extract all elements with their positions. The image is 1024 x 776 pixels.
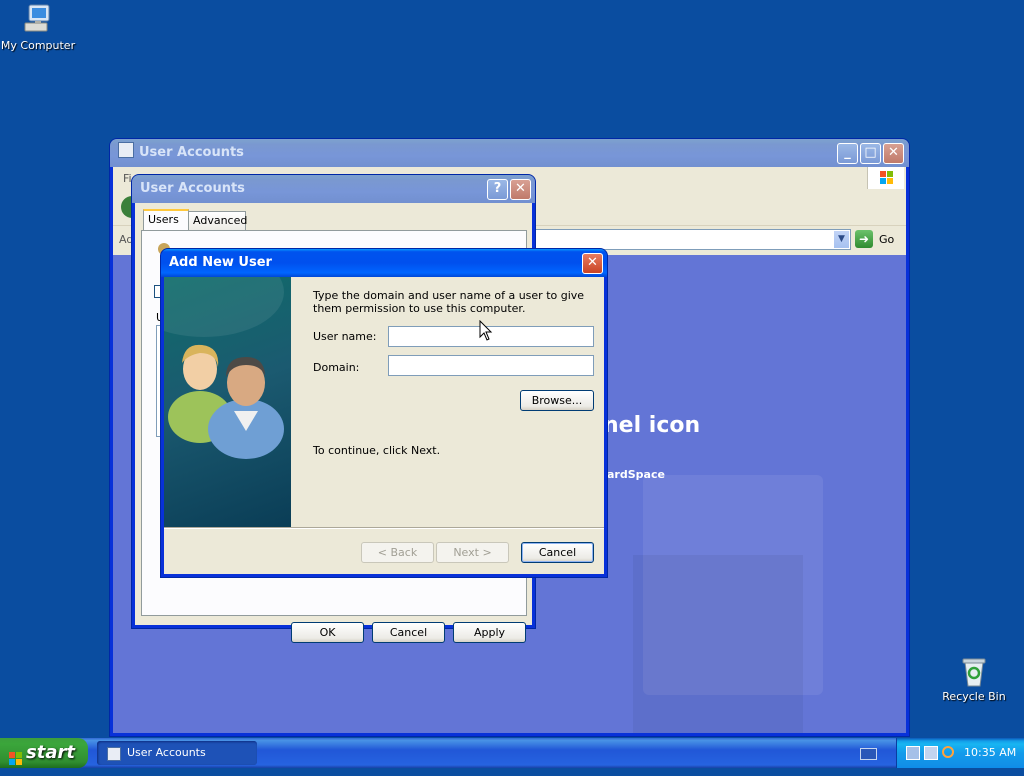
continue-text: To continue, click Next. bbox=[313, 444, 441, 457]
back-button[interactable]: < Back bbox=[361, 542, 434, 563]
system-tray: 10:35 AM bbox=[896, 738, 1024, 768]
content-heading: nel icon bbox=[603, 413, 701, 438]
start-label: start bbox=[26, 742, 75, 763]
wizard-title: Add New User bbox=[169, 255, 272, 270]
main-window-title: User Accounts bbox=[139, 145, 244, 160]
go-label: Go bbox=[879, 233, 895, 246]
dialog-titlebar[interactable]: User Accounts bbox=[132, 175, 535, 203]
mouse-cursor-icon bbox=[479, 320, 493, 341]
wizard-cancel-button[interactable]: Cancel bbox=[521, 542, 594, 563]
domain-input[interactable] bbox=[388, 355, 594, 376]
next-button[interactable]: Next > bbox=[436, 542, 509, 563]
desktop-icon-recycle-bin[interactable]: Recycle Bin bbox=[934, 656, 1014, 703]
desktop-icon-my-computer[interactable]: My Computer bbox=[0, 3, 78, 52]
start-button[interactable]: start bbox=[0, 738, 88, 768]
task-app-icon bbox=[107, 747, 121, 761]
close-button[interactable]: ✕ bbox=[883, 143, 904, 164]
task-label: User Accounts bbox=[127, 746, 206, 759]
domain-label: Domain: bbox=[313, 361, 360, 374]
my-computer-icon bbox=[21, 3, 55, 37]
windows-flag-icon bbox=[9, 746, 23, 765]
desktop-icon-label: Recycle Bin bbox=[942, 690, 1006, 703]
wizard-instruction: Type the domain and user name of a user … bbox=[313, 289, 585, 315]
add-new-user-dialog: Add New User ✕ Type the domain and user … bbox=[161, 249, 607, 577]
address-dropdown-button[interactable]: ▼ bbox=[833, 230, 850, 249]
cancel-button[interactable]: Cancel bbox=[372, 622, 445, 643]
maximize-button[interactable]: □ bbox=[860, 143, 881, 164]
apply-button[interactable]: Apply bbox=[453, 622, 526, 643]
wizard-titlebar[interactable]: Add New User bbox=[161, 249, 607, 277]
tab-users[interactable]: Users bbox=[143, 209, 189, 230]
keyboard-icon[interactable] bbox=[860, 748, 877, 760]
users-illustration-icon bbox=[164, 277, 284, 459]
windows-logo-icon bbox=[867, 167, 904, 189]
wizard-content: Type the domain and user name of a user … bbox=[291, 277, 604, 527]
address-input[interactable] bbox=[533, 229, 851, 250]
wizard-client: Type the domain and user name of a user … bbox=[164, 277, 604, 574]
ok-button[interactable]: OK bbox=[291, 622, 364, 643]
wizard-banner bbox=[164, 277, 291, 527]
content-subheading: ardSpace bbox=[607, 468, 665, 481]
browse-button[interactable]: Browse... bbox=[520, 390, 594, 411]
search-icon[interactable] bbox=[942, 746, 954, 758]
taskbar-button-user-accounts[interactable]: User Accounts bbox=[97, 741, 257, 765]
desktop-icon-label: My Computer bbox=[0, 39, 76, 52]
username-label: User name: bbox=[313, 330, 377, 343]
safely-remove-icon[interactable] bbox=[924, 746, 938, 760]
minimize-button[interactable]: _ bbox=[837, 143, 858, 164]
clock[interactable]: 10:35 AM bbox=[964, 738, 1016, 768]
wizard-close-button[interactable]: ✕ bbox=[582, 253, 603, 274]
tab-advanced[interactable]: Advanced bbox=[188, 211, 247, 230]
go-button[interactable]: ➜ Go bbox=[855, 229, 905, 250]
dialog-title: User Accounts bbox=[140, 181, 245, 196]
wizard-separator bbox=[164, 527, 604, 529]
help-button[interactable]: ? bbox=[487, 179, 508, 200]
dialog-close-button[interactable]: ✕ bbox=[510, 179, 531, 200]
go-arrow-icon: ➜ bbox=[855, 230, 873, 248]
taskbar: start User Accounts 10:35 AM bbox=[0, 738, 1024, 768]
menu-file[interactable]: Fi bbox=[123, 172, 132, 185]
window-app-icon bbox=[118, 142, 134, 158]
recycle-bin-icon bbox=[958, 656, 990, 688]
watermark-check bbox=[633, 555, 803, 733]
network-icon[interactable] bbox=[906, 746, 920, 760]
main-window-titlebar[interactable]: User Accounts bbox=[110, 139, 909, 167]
